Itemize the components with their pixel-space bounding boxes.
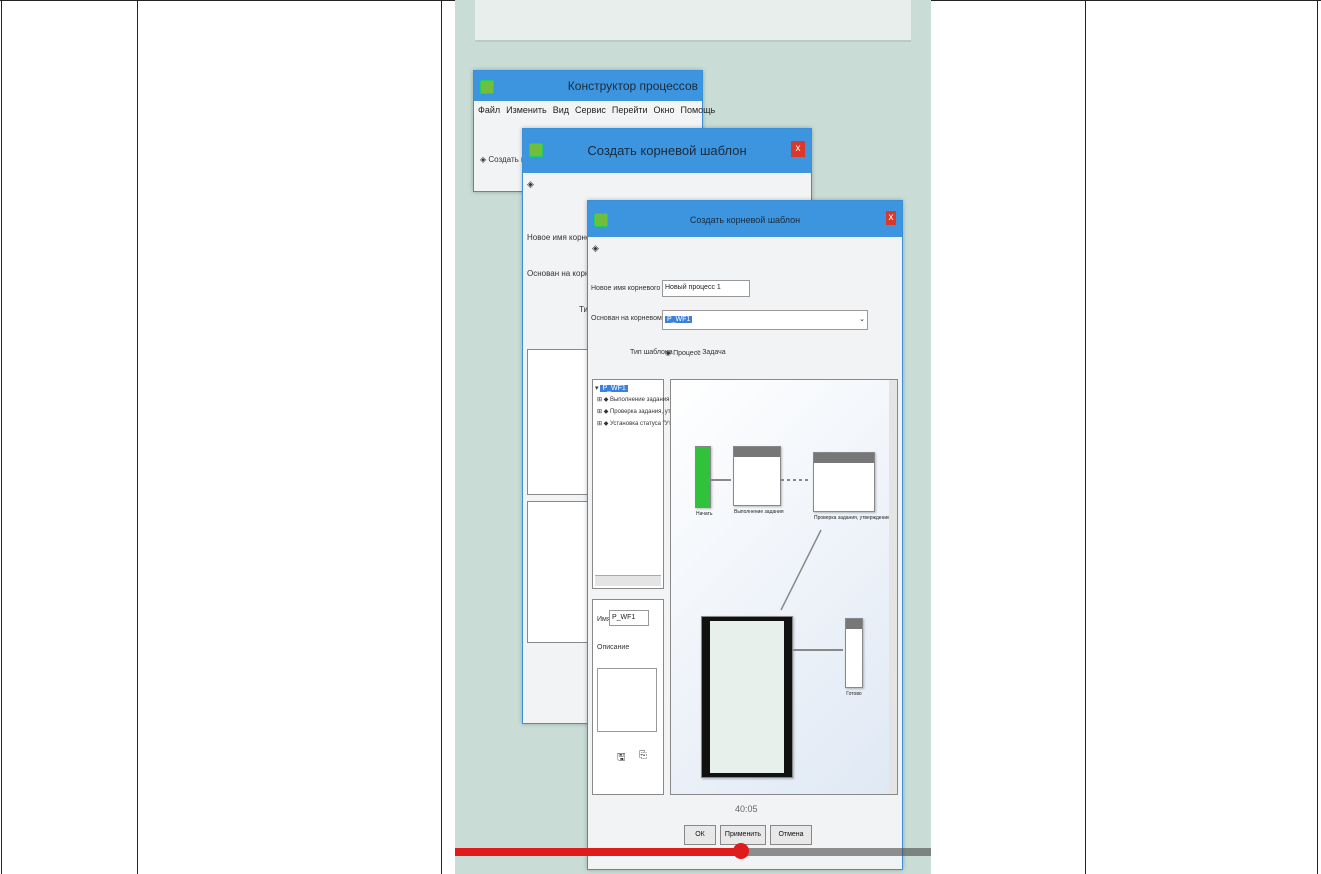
process-canvas[interactable]: Начать Выполнение задания Проверка задан… — [670, 379, 898, 795]
menu-item[interactable]: Изменить — [506, 105, 547, 115]
props-panel-back — [527, 501, 591, 643]
video-player[interactable]: Конструктор процессов Файл Изменить Вид Сер… — [455, 0, 931, 874]
menu-item[interactable]: Вид — [553, 105, 569, 115]
table-col-divider — [1085, 0, 1086, 874]
menu-item[interactable]: Сервис — [575, 105, 606, 115]
process-designer-title: Конструктор процессов — [567, 79, 698, 93]
video-progress-knob[interactable] — [732, 843, 749, 859]
horizontal-scrollbar[interactable] — [595, 575, 661, 586]
chevron-down-icon: ⌄ — [859, 316, 865, 323]
close-button[interactable]: x — [791, 141, 805, 157]
video-time-overlay: 40:05 — [735, 804, 758, 814]
dialog-title: Создать корневой шаблон — [689, 215, 801, 225]
app-icon — [480, 80, 494, 94]
tree-item[interactable]: ⊞ ◆ Выполнение задания — [597, 396, 669, 403]
menu-item[interactable]: Перейти — [612, 105, 648, 115]
process-designer-titlebar: Конструктор процессов — [474, 71, 702, 101]
based-on-value: P_WF1 — [665, 316, 693, 323]
app-icon — [594, 213, 608, 227]
dialog-titlebar: Создать корневой шаблон x — [588, 201, 902, 237]
apply-icon[interactable]: ⎘ — [639, 750, 647, 761]
table-col-divider — [137, 0, 138, 874]
radio-task[interactable]: ○ Задача — [696, 349, 726, 356]
table-col-divider — [441, 0, 442, 874]
tree-panel-back — [527, 349, 591, 495]
props-name-input[interactable]: P_WF1 — [609, 610, 649, 626]
ok-button[interactable]: ОК — [684, 825, 716, 845]
props-desc-label: Описание — [597, 644, 630, 651]
video-background-window — [475, 0, 911, 42]
radio-checked-icon: ◉ — [665, 350, 672, 357]
menu-bar: Файл Изменить Вид Сервис Перейти Окно Помощь — [474, 103, 715, 117]
apply-button[interactable]: Применить — [720, 825, 766, 845]
tree-root[interactable]: ▾ P_WF1 — [595, 384, 628, 392]
dialog-title: Создать корневой шаблон — [587, 143, 747, 158]
create-root-template-dialog: Создать корневой шаблон x ◈ Новое имя ко… — [587, 200, 903, 870]
create-icon: ◈ — [527, 179, 534, 189]
app-icon — [529, 143, 543, 157]
radio-unchecked-icon: ○ — [696, 349, 701, 356]
vertical-scrollbar[interactable] — [889, 380, 897, 794]
close-button[interactable]: x — [886, 211, 896, 225]
menu-item[interactable]: Файл — [478, 105, 500, 115]
menu-item[interactable]: Помощь — [680, 105, 715, 115]
flow-arrows — [711, 479, 843, 651]
properties-panel: Имя P_WF1 Описание 🖫 ⎘ — [592, 599, 664, 795]
template-tree[interactable]: ▾ P_WF1 ⊞ ◆ Выполнение задания ⊞ ◆ Прове… — [592, 379, 685, 589]
create-icon: ◈ — [592, 243, 599, 253]
based-on-select[interactable]: P_WF1 ⌄ — [662, 310, 868, 330]
dialog-titlebar: Создать корневой шаблон x — [523, 129, 811, 173]
save-icon[interactable]: 🖫 — [617, 750, 626, 767]
new-name-input[interactable]: Новый процесс 1 — [662, 280, 750, 297]
table-col-divider — [1, 0, 2, 874]
cancel-button[interactable]: Отмена — [770, 825, 812, 845]
video-progress-fill — [455, 848, 741, 856]
props-desc-input[interactable] — [597, 668, 657, 732]
table-col-divider — [1317, 0, 1318, 874]
menu-item[interactable]: Окно — [654, 105, 675, 115]
